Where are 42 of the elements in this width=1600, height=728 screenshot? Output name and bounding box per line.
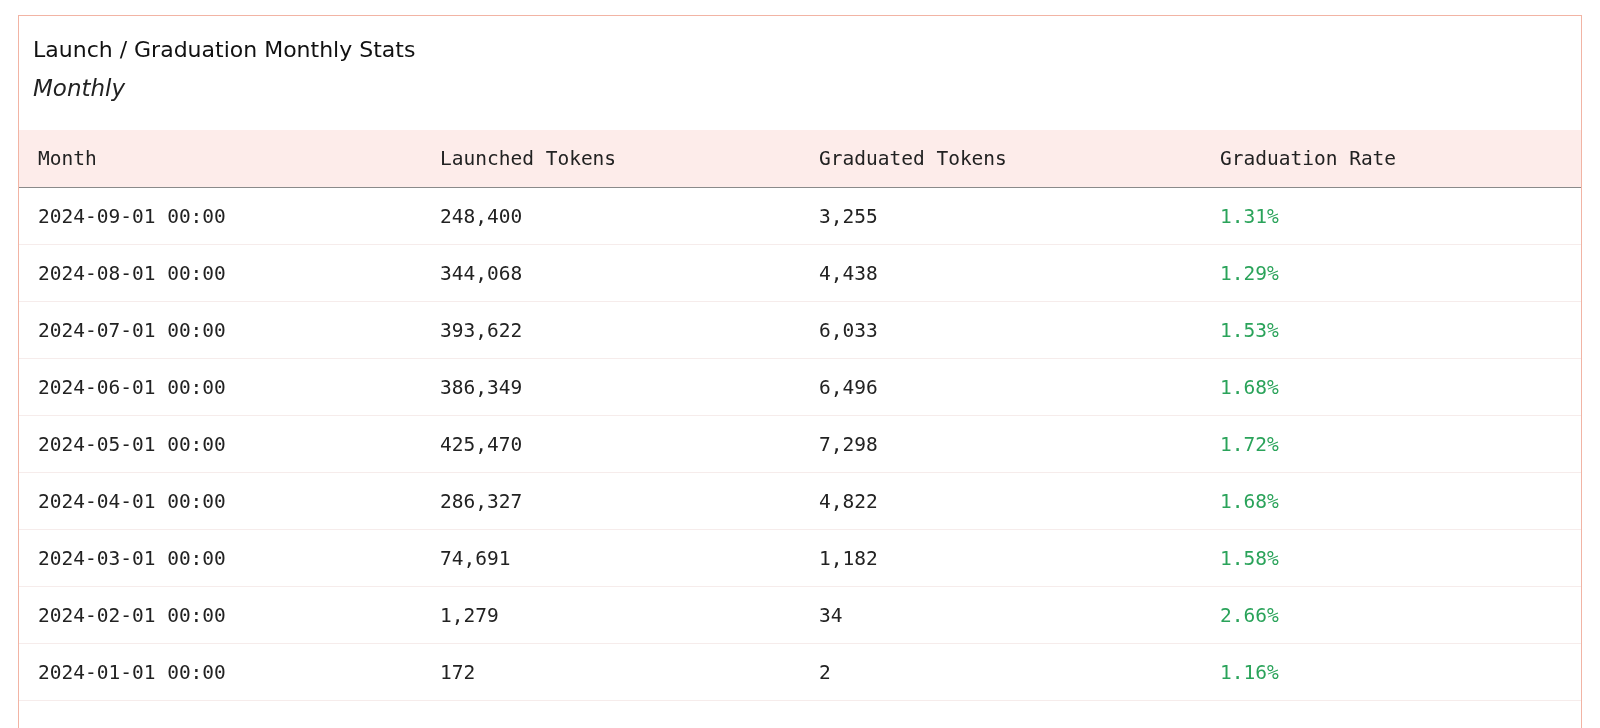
table-cell-text: 1.58%	[1220, 546, 1280, 570]
table-cell-text: 1,182	[819, 546, 879, 570]
table-cell-text: 1.68%	[1220, 375, 1280, 399]
table-cell-text: 2024-03-01 00:00	[38, 546, 227, 570]
table-cell-text: 172	[440, 660, 477, 684]
table-cell-text: 74,691	[440, 546, 512, 570]
card-subtitle: Monthly	[33, 74, 127, 103]
table-cell-text: 344,068	[440, 261, 524, 285]
table-cell-text: 1.16%	[1220, 660, 1280, 684]
table-cell-text: 2024-05-01 00:00	[38, 432, 227, 456]
table-cell-text: 286,327	[440, 489, 524, 513]
table-cell-text: 2	[819, 660, 832, 684]
table-cell-text: 1.68%	[1220, 489, 1280, 513]
table-cell-text: 3,255	[819, 204, 879, 228]
table-cell-text: 4,822	[819, 489, 879, 513]
table-cell-text: 425,470	[440, 432, 524, 456]
table-cell-text: 6,033	[819, 318, 879, 342]
table-cell-text: 6,496	[819, 375, 879, 399]
table-cell-text: 7,298	[819, 432, 879, 456]
column-header: Graduation Rate	[1220, 147, 1398, 170]
table-cell-text: 1.31%	[1220, 204, 1280, 228]
table-cell-text: 2024-06-01 00:00	[38, 375, 227, 399]
table-cell-text: 1.72%	[1220, 432, 1280, 456]
table-cell-text: 248,400	[440, 204, 524, 228]
table-cell-text: 386,349	[440, 375, 524, 399]
card-title: Launch / Graduation Monthly Stats	[33, 36, 417, 64]
table-cell-text: 2.66%	[1220, 603, 1280, 627]
table-cell-text: 4,438	[819, 261, 879, 285]
table-cell-text: 2024-07-01 00:00	[38, 318, 227, 342]
table-cell-text: 393,622	[440, 318, 524, 342]
column-header: Graduated Tokens	[819, 147, 1008, 170]
table-cell-text: 2024-08-01 00:00	[38, 261, 227, 285]
column-header: Month	[38, 147, 98, 170]
table-cell-text: 2024-04-01 00:00	[38, 489, 227, 513]
table-cell-text: 2024-02-01 00:00	[38, 603, 227, 627]
table-cell-text: 34	[819, 603, 844, 627]
table-cell-text: 1.29%	[1220, 261, 1280, 285]
table-cell-text: 1,279	[440, 603, 500, 627]
column-header: Launched Tokens	[440, 147, 618, 170]
table-cell-text: 2024-01-01 00:00	[38, 660, 227, 684]
table-cell-text: 1.53%	[1220, 318, 1280, 342]
table-cell-text: 2024-09-01 00:00	[38, 204, 227, 228]
